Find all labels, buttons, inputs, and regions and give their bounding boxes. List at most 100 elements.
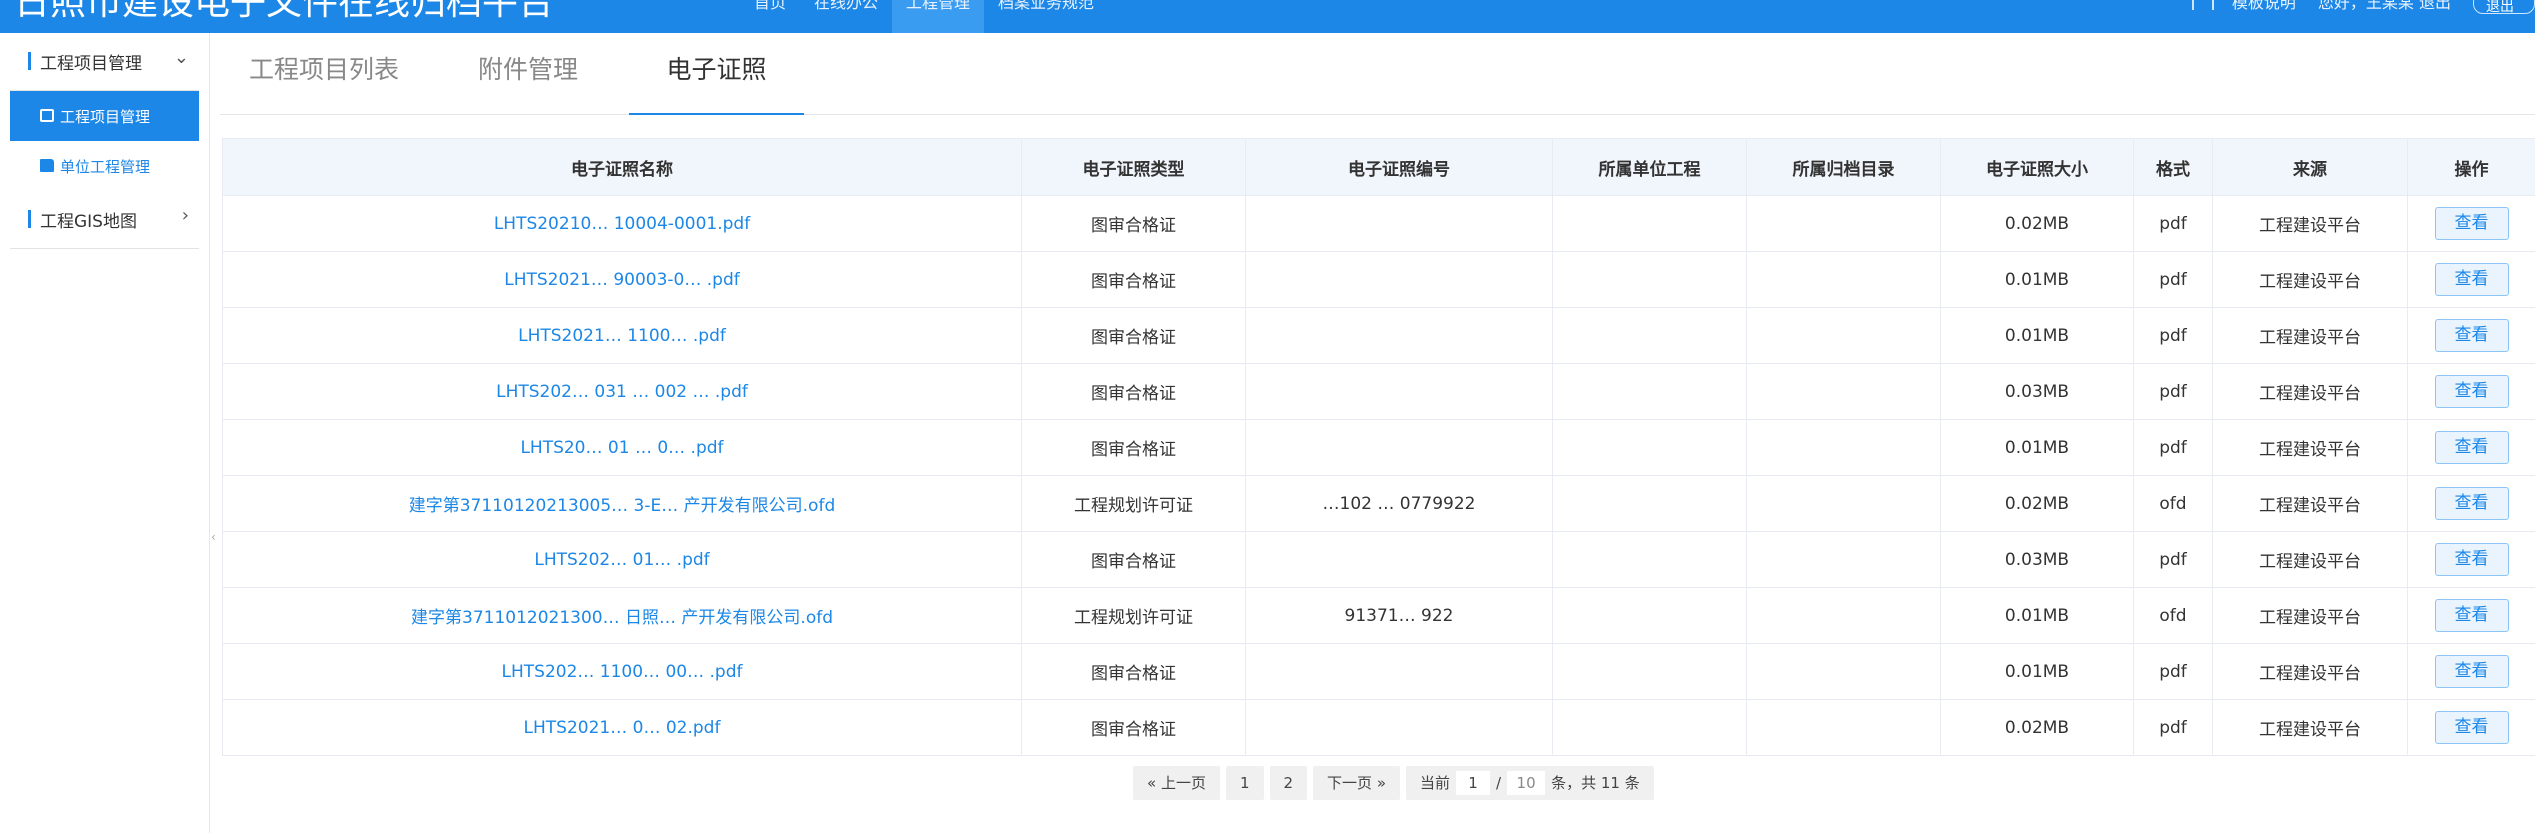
tab-attachments[interactable]: 附件管理 bbox=[458, 33, 598, 115]
table-row: LHTS2021… 1100… .pdf 图审合格证 0.01MB pdf 工程… bbox=[222, 307, 2535, 364]
sidebar: 工程项目管理 ⌄ 工程项目管理 单位工程管理 工程GIS地图 › bbox=[0, 33, 210, 833]
view-button[interactable]: 查看 bbox=[2434, 599, 2509, 632]
file-format: pdf bbox=[2133, 531, 2213, 588]
view-button[interactable]: 查看 bbox=[2434, 655, 2509, 688]
settings-icon[interactable] bbox=[2191, 0, 2214, 10]
view-button[interactable]: 查看 bbox=[2434, 711, 2509, 744]
total-pages: 10 bbox=[1507, 771, 1546, 795]
table-body: LHTS20210… 10004-0001.pdf 图审合格证 0.02MB p… bbox=[222, 195, 2535, 756]
file-name-link[interactable]: LHTS202… 031 … 002 … .pdf bbox=[222, 363, 1022, 420]
file-size: 0.02MB bbox=[1940, 475, 2134, 532]
sidebar-group-project-management[interactable]: 工程项目管理 ⌄ bbox=[10, 33, 199, 91]
unit-project bbox=[1552, 475, 1747, 532]
sidebar-group-label: 工程项目管理 bbox=[40, 54, 142, 74]
license-code bbox=[1245, 195, 1553, 252]
prev-page-button[interactable]: « 上一页 bbox=[1133, 766, 1220, 800]
nav-project-management[interactable]: 工程管理 bbox=[892, 0, 985, 33]
view-button[interactable]: 查看 bbox=[2434, 207, 2509, 240]
action-cell: 查看 bbox=[2407, 475, 2535, 532]
nav-home[interactable]: 首页 bbox=[740, 0, 800, 33]
view-button[interactable]: 查看 bbox=[2434, 431, 2509, 464]
source: 工程建设平台 bbox=[2212, 587, 2408, 644]
logout-button[interactable]: 退出 bbox=[2473, 0, 2535, 14]
license-code bbox=[1245, 643, 1553, 700]
file-name-link[interactable]: LHTS2021… 0… 02.pdf bbox=[222, 699, 1022, 756]
top-header: 日照市建设电子文件在线归档平台 首页 在线办公 工程管理 档案业务规范 模板说明… bbox=[0, 0, 2535, 33]
view-button[interactable]: 查看 bbox=[2434, 319, 2509, 352]
license-type: 图审合格证 bbox=[1021, 251, 1246, 308]
nav-standards[interactable]: 档案业务规范 bbox=[984, 0, 1108, 33]
file-format: pdf bbox=[2133, 419, 2213, 476]
file-name-link[interactable]: 建字第3711012021300… 日照… 产开发有限公司.ofd bbox=[222, 587, 1022, 644]
file-format: pdf bbox=[2133, 699, 2213, 756]
sidebar-item-label: 单位工程管理 bbox=[60, 158, 151, 176]
source: 工程建设平台 bbox=[2212, 531, 2408, 588]
unit-project bbox=[1552, 643, 1747, 700]
license-code bbox=[1245, 531, 1553, 588]
file-format: pdf bbox=[2133, 195, 2213, 252]
main-content: 工程项目列表 附件管理 电子证照 电子证照名称 电子证照类型 电子证照编号 所属… bbox=[220, 33, 2535, 833]
license-code bbox=[1245, 307, 1553, 364]
file-name-link[interactable]: LHTS202… 1100… 00… .pdf bbox=[222, 643, 1022, 700]
view-button[interactable]: 查看 bbox=[2434, 263, 2509, 296]
source: 工程建设平台 bbox=[2212, 307, 2408, 364]
chevron-down-icon: ⌄ bbox=[173, 47, 189, 68]
nav-office[interactable]: 在线办公 bbox=[800, 0, 892, 33]
archive-dir bbox=[1746, 363, 1941, 420]
file-size: 0.01MB bbox=[1940, 419, 2134, 476]
license-code bbox=[1245, 251, 1553, 308]
view-button[interactable]: 查看 bbox=[2434, 375, 2509, 408]
file-name-link[interactable]: LHTS20210… 10004-0001.pdf bbox=[222, 195, 1022, 252]
tab-project-list[interactable]: 工程项目列表 bbox=[244, 33, 404, 115]
unit-project bbox=[1552, 419, 1747, 476]
page-number-input[interactable]: 1 bbox=[1456, 771, 1491, 795]
license-type: 工程规划许可证 bbox=[1021, 475, 1246, 532]
file-format: pdf bbox=[2133, 251, 2213, 308]
archive-dir bbox=[1746, 195, 1941, 252]
license-type: 图审合格证 bbox=[1021, 643, 1246, 700]
column-header: 电子证照名称 bbox=[222, 138, 1022, 196]
file-name-link[interactable]: LHTS2021… 1100… .pdf bbox=[222, 307, 1022, 364]
file-size: 0.01MB bbox=[1940, 643, 2134, 700]
license-type: 图审合格证 bbox=[1021, 363, 1246, 420]
action-cell: 查看 bbox=[2407, 699, 2535, 756]
license-code: …102 … 0779922 bbox=[1245, 475, 1553, 532]
action-cell: 查看 bbox=[2407, 363, 2535, 420]
next-page-button[interactable]: 下一页 » bbox=[1313, 766, 1400, 800]
file-name-link[interactable]: LHTS202… 01… .pdf bbox=[222, 531, 1022, 588]
file-size: 0.03MB bbox=[1940, 531, 2134, 588]
sidebar-group-gis-map[interactable]: 工程GIS地图 › bbox=[10, 191, 199, 249]
action-cell: 查看 bbox=[2407, 643, 2535, 700]
license-type: 图审合格证 bbox=[1021, 195, 1246, 252]
template-help-link[interactable]: 模板说明 bbox=[2232, 0, 2296, 11]
action-cell: 查看 bbox=[2407, 531, 2535, 588]
tab-e-license[interactable]: 电子证照 bbox=[629, 33, 804, 115]
column-header: 来源 bbox=[2212, 138, 2408, 196]
sidebar-item-unit-project[interactable]: 单位工程管理 bbox=[10, 141, 199, 191]
license-code bbox=[1245, 699, 1553, 756]
table-row: LHTS2021… 90003-0… .pdf 图审合格证 0.01MB pdf… bbox=[222, 251, 2535, 308]
unit-project bbox=[1552, 251, 1747, 308]
current-label: 当前 bbox=[1420, 774, 1451, 792]
file-size: 0.03MB bbox=[1940, 363, 2134, 420]
page-button[interactable]: 2 bbox=[1269, 766, 1308, 800]
column-header: 所属单位工程 bbox=[1552, 138, 1747, 196]
view-button[interactable]: 查看 bbox=[2434, 543, 2509, 576]
page-button[interactable]: 1 bbox=[1225, 766, 1264, 800]
unit-project bbox=[1552, 699, 1747, 756]
file-name-link[interactable]: LHTS2021… 90003-0… .pdf bbox=[222, 251, 1022, 308]
view-button[interactable]: 查看 bbox=[2434, 487, 2509, 520]
file-size: 0.01MB bbox=[1940, 587, 2134, 644]
license-type: 图审合格证 bbox=[1021, 531, 1246, 588]
file-name-link[interactable]: LHTS20… 01 … 0… .pdf bbox=[222, 419, 1022, 476]
license-code bbox=[1245, 363, 1553, 420]
file-format: ofd bbox=[2133, 475, 2213, 532]
file-name-link[interactable]: 建字第37110120213005… 3-E… 产开发有限公司.ofd bbox=[222, 475, 1022, 532]
table-row: LHTS202… 031 … 002 … .pdf 图审合格证 0.03MB p… bbox=[222, 363, 2535, 420]
sidebar-item-project-management[interactable]: 工程项目管理 bbox=[10, 91, 199, 141]
file-size: 0.02MB bbox=[1940, 699, 2134, 756]
file-format: pdf bbox=[2133, 307, 2213, 364]
unit-project bbox=[1552, 531, 1747, 588]
sidebar-collapse-icon[interactable]: ‹ bbox=[211, 530, 216, 544]
archive-dir bbox=[1746, 531, 1941, 588]
